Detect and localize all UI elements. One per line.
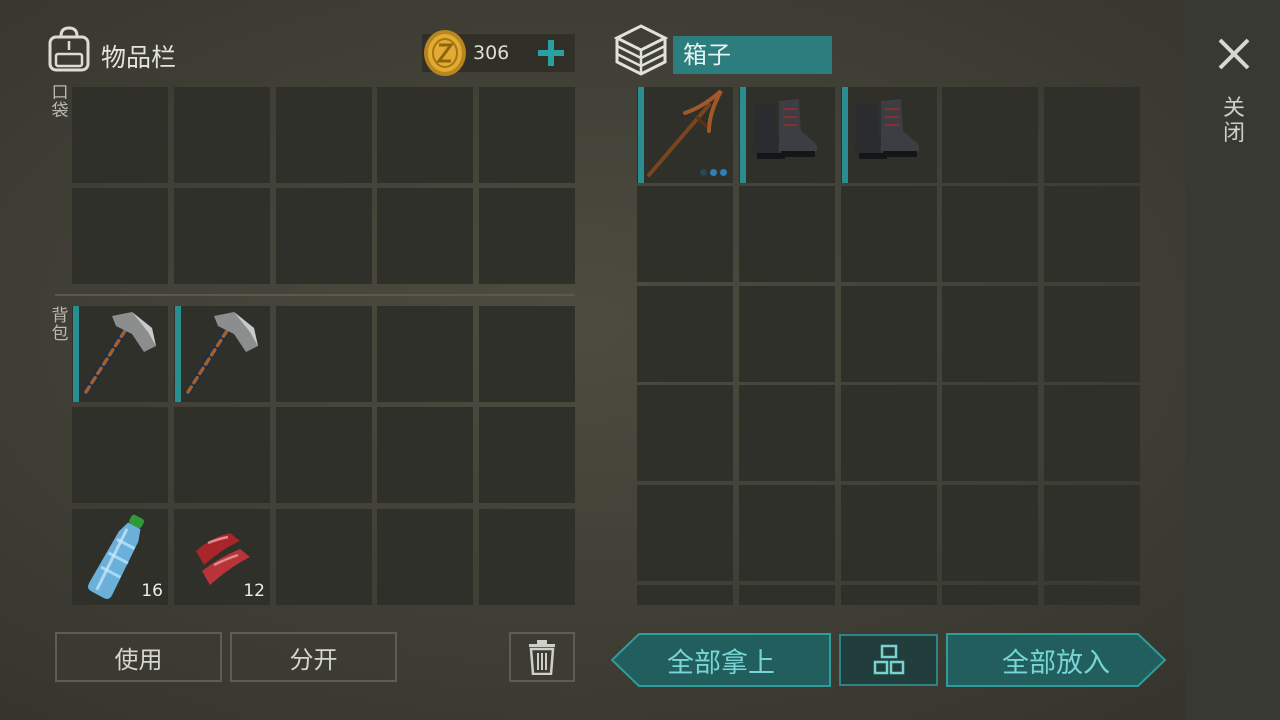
box-slot-pickaxe[interactable] [637, 87, 733, 183]
trash-icon [529, 640, 555, 675]
pocket-slot[interactable] [276, 188, 372, 284]
inventory-title: 物品栏 [101, 43, 177, 72]
box-slot[interactable] [637, 186, 733, 282]
backpack-slot[interactable] [276, 509, 372, 605]
use-button[interactable]: 使用 [55, 632, 222, 682]
backpack-slot[interactable] [377, 306, 473, 402]
box-slot[interactable] [739, 186, 835, 282]
box-slot[interactable] [942, 585, 1038, 605]
box-title: 箱子 [673, 36, 832, 74]
close-label[interactable]: 关闭 [1222, 96, 1246, 146]
item-count: 16 [141, 581, 163, 601]
box-slot[interactable] [841, 186, 937, 282]
box-slot[interactable] [637, 286, 733, 382]
box-slot[interactable] [1044, 186, 1140, 282]
backpack-slot[interactable] [479, 306, 575, 402]
box-slot[interactable] [841, 385, 937, 481]
backpack-slot-water[interactable]: 16 [72, 509, 168, 605]
pocket-slot[interactable] [479, 87, 575, 183]
section-divider [55, 294, 575, 296]
add-coins-icon[interactable] [534, 36, 568, 70]
split-button[interactable]: 分开 [230, 632, 397, 682]
box-slot[interactable] [1044, 585, 1140, 605]
put-all-button[interactable]: 全部放入 [946, 633, 1166, 687]
box-slot[interactable] [841, 485, 937, 581]
box-slot[interactable] [1044, 87, 1140, 183]
box-slot[interactable] [739, 286, 835, 382]
sort-button[interactable] [839, 634, 938, 686]
backpack-slot-hatchet[interactable] [174, 306, 270, 402]
box-slot[interactable] [942, 286, 1038, 382]
pocket-label: 口袋 [51, 83, 69, 121]
box-slot[interactable] [1044, 286, 1140, 382]
backpack-slot-meat[interactable]: 12 [174, 509, 270, 605]
box-slot[interactable] [841, 286, 937, 382]
boots-icon [854, 99, 920, 159]
pocket-slot[interactable] [479, 188, 575, 284]
box-slot[interactable] [637, 385, 733, 481]
box-slot[interactable] [942, 385, 1038, 481]
box-slot[interactable] [1044, 485, 1140, 581]
pocket-slot[interactable] [72, 188, 168, 284]
box-slot-boots[interactable] [739, 87, 835, 183]
backpack-slot[interactable] [479, 509, 575, 605]
close-button[interactable] [1212, 32, 1256, 76]
pocket-slot[interactable] [377, 87, 473, 183]
put-all-label: 全部放入 [1002, 647, 1110, 679]
take-all-label: 全部拿上 [667, 647, 775, 679]
box-slot[interactable] [942, 186, 1038, 282]
box-slot[interactable] [739, 485, 835, 581]
durability-dots [700, 169, 727, 176]
box-slot[interactable] [739, 385, 835, 481]
backpack-slot[interactable] [377, 509, 473, 605]
box-slot[interactable] [841, 585, 937, 605]
backpack-slot[interactable] [276, 407, 372, 503]
backpack-slot[interactable] [276, 306, 372, 402]
delete-button[interactable] [509, 632, 575, 682]
backpack-slot[interactable] [72, 407, 168, 503]
backpack-slot[interactable] [377, 407, 473, 503]
hatchet-icon [184, 312, 258, 396]
pocket-slot[interactable] [377, 188, 473, 284]
grid-sort-icon [873, 644, 904, 675]
box-slot[interactable] [739, 585, 835, 605]
boots-icon [752, 99, 818, 159]
backpack-label: 背包 [51, 306, 69, 344]
pocket-slot[interactable] [174, 87, 270, 183]
box-slot[interactable] [637, 585, 733, 605]
box-slot-boots[interactable] [841, 87, 937, 183]
storage-box-icon [613, 24, 669, 76]
item-count: 12 [243, 581, 265, 601]
coin-amount: 306 [473, 42, 510, 64]
pocket-slot[interactable] [72, 87, 168, 183]
box-slot[interactable] [1044, 385, 1140, 481]
box-slot[interactable] [942, 87, 1038, 183]
backpack-slot[interactable] [174, 407, 270, 503]
backpack-slot[interactable] [479, 407, 575, 503]
coin-icon [424, 30, 466, 76]
take-all-button[interactable]: 全部拿上 [611, 633, 831, 687]
hatchet-icon [82, 312, 156, 396]
backpack-icon [48, 26, 90, 72]
box-slot[interactable] [942, 485, 1038, 581]
pocket-slot[interactable] [174, 188, 270, 284]
box-slot[interactable] [637, 485, 733, 581]
pocket-slot[interactable] [276, 87, 372, 183]
close-icon [1218, 38, 1250, 70]
backpack-slot-hatchet[interactable] [72, 306, 168, 402]
